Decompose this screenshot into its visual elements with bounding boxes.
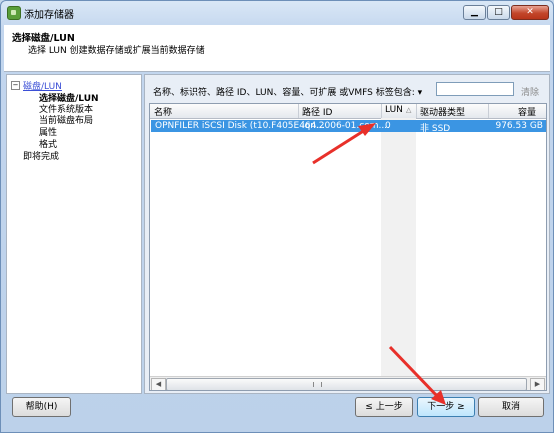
table-row[interactable]: OPNFILER iSCSI Disk (t10.F405E464... iqn… [151,120,546,134]
wizard-steps-panel: − 磁盘/LUN 选择磁盘/LUN 文件系统版本 当前磁盘布局 属性 格式 即将… [6,74,142,394]
cell-capacity: 976.53 GB [495,121,543,131]
next-button[interactable]: 下一步 ≥ [417,397,475,417]
wizard-header: 选择磁盘/LUN 选择 LUN 创建数据存储或扩展当前数据存储 [4,25,550,72]
sort-ascending-icon: △ [406,106,412,114]
horizontal-scrollbar[interactable]: ◀ ▶ [150,376,546,390]
window-title: 添加存储器 [24,10,74,21]
cell-lun: 0 [385,121,391,131]
scroll-grip-icon [313,382,322,387]
column-header-drive-type[interactable]: 驱动器类型 [420,105,465,118]
scroll-right-icon[interactable]: ▶ [530,378,545,390]
column-separator [298,104,299,118]
minimize-button[interactable]: ▁ [463,5,486,20]
cell-path-id: iqn.2006-01.com.... [302,121,390,131]
column-separator [488,104,489,118]
collapse-icon[interactable]: − [11,81,20,90]
table-header: 名称 路径 ID LUN △ 驱动器类型 容量 [150,104,546,119]
column-separator [381,104,382,118]
column-header-capacity[interactable]: 容量 [518,105,536,118]
filter-input[interactable] [436,82,514,96]
cancel-button[interactable]: 取消 [478,397,544,417]
lun-column-shading [381,118,416,376]
add-storage-window: 添加存储器 ▁ □ ✕ 选择磁盘/LUN 选择 LUN 创建数据存储或扩展当前数… [0,0,554,433]
vsphere-app-icon [7,6,21,20]
nav-item-ready-to-complete: 即将完成 [23,152,60,162]
scrollbar-thumb[interactable] [166,378,527,390]
cell-name: OPNFILER iSCSI Disk (t10.F405E464... [155,121,325,131]
page-subtitle: 选择 LUN 创建数据存储或扩展当前数据存储 [28,46,205,56]
disk-selection-panel: 名称、标识符、路径 ID、LUN、容量、可扩展 或VMFS 标签包含: ▾ 清除… [144,74,550,394]
page-title: 选择磁盘/LUN [12,33,75,44]
scroll-left-icon[interactable]: ◀ [151,378,166,390]
title-bar: 添加存储器 ▁ □ ✕ [1,1,553,25]
column-header-path-id[interactable]: 路径 ID [302,105,332,118]
help-button[interactable]: 帮助(H) [12,397,71,417]
column-header-name[interactable]: 名称 [154,105,172,118]
close-button[interactable]: ✕ [511,5,549,20]
filter-label[interactable]: 名称、标识符、路径 ID、LUN、容量、可扩展 或VMFS 标签包含: ▾ [153,85,422,98]
maximize-button[interactable]: □ [487,5,510,20]
clear-filter-link[interactable]: 清除 [521,85,539,98]
back-button[interactable]: ≤ 上一步 [355,397,413,417]
column-header-lun[interactable]: LUN [385,105,403,117]
cell-drive-type: 非 SSD [420,124,451,134]
lun-table: 名称 路径 ID LUN △ 驱动器类型 容量 OPNFILER iSCSI D… [149,103,547,391]
column-separator [416,104,417,118]
